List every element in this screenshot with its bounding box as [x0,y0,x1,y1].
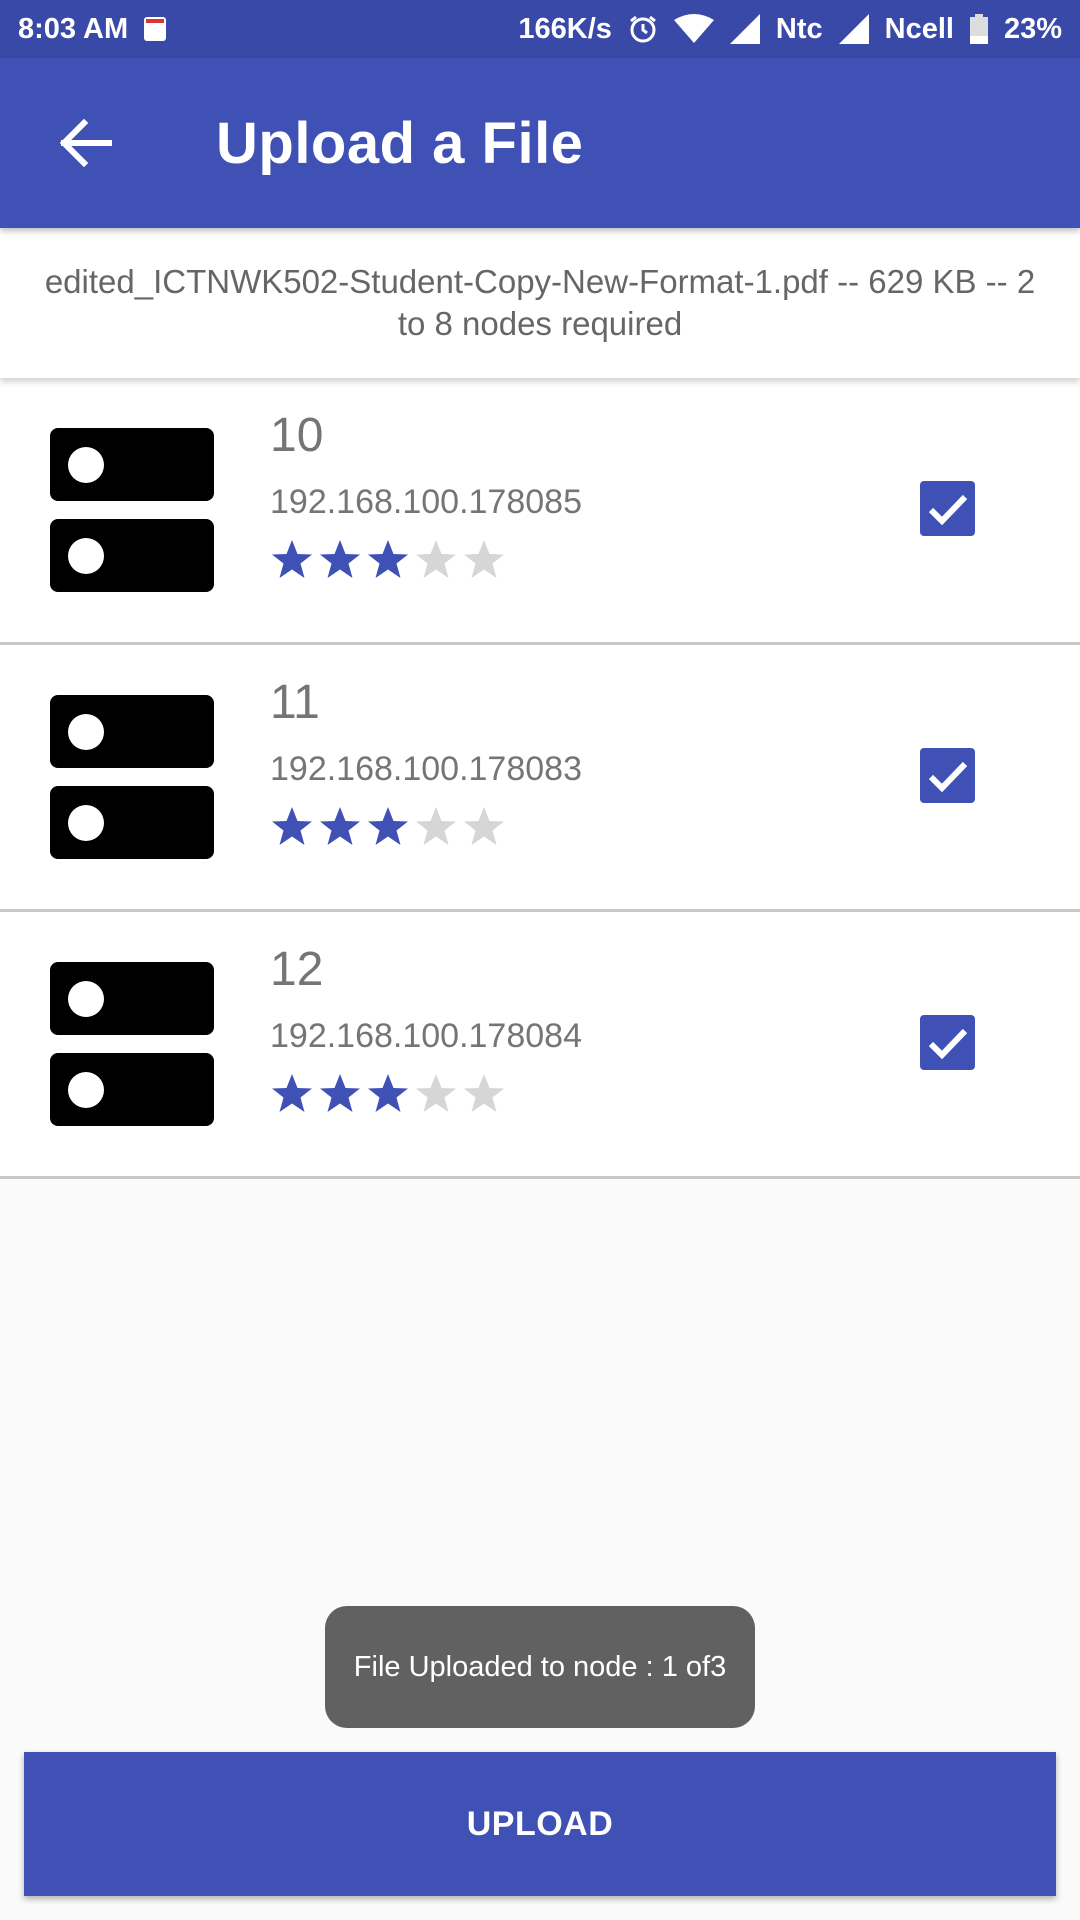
server-icon [50,962,214,1126]
node-rating [270,805,506,849]
check-icon [928,1028,967,1059]
check-icon [928,761,967,792]
server-icon [50,695,214,859]
node-ip: 192.168.100.178083 [270,750,582,788]
star-empty-icon [416,1074,456,1112]
alarm-icon [628,14,658,44]
node-ip: 192.168.100.178085 [270,483,582,521]
wifi-icon [673,14,714,44]
node-row[interactable]: 12 192.168.100.178084 [0,912,1080,1179]
arrow-back-icon [59,119,112,167]
upload-button[interactable]: UPLOAD [24,1752,1056,1896]
node-ip: 192.168.100.178084 [270,1017,582,1055]
star-empty-icon [416,540,456,578]
node-name: 11 [270,676,320,729]
node-row[interactable]: 10 192.168.100.178085 [0,378,1080,645]
status-bar: 8:03 AM 166K/s Ntc Ncell 23% [0,0,1080,58]
node-checkbox[interactable] [920,481,975,536]
star-filled-icon [272,807,312,845]
node-name: 10 [270,409,324,462]
node-checkbox[interactable] [920,748,975,803]
carrier-ncell: Ncell [884,12,954,45]
carrier-ntc: Ntc [775,12,823,45]
star-empty-icon [464,1074,504,1112]
check-icon [928,494,967,525]
signal-icon [838,14,869,44]
battery-icon [969,14,988,44]
star-empty-icon [416,807,456,845]
battery-percent: 23% [1003,12,1062,45]
network-speed: 166K/s [518,12,612,45]
star-filled-icon [320,807,360,845]
node-list: 10 192.168.100.178085 11 192.168.100.178… [0,378,1080,1179]
star-filled-icon [272,540,312,578]
server-icon [50,428,214,592]
signal-icon [729,14,760,44]
node-checkbox[interactable] [920,1015,975,1070]
page-title: Upload a File [216,110,584,176]
star-empty-icon [464,807,504,845]
star-filled-icon [320,1074,360,1112]
node-rating [270,1072,506,1116]
node-rating [270,538,506,582]
file-info: edited_ICTNWK502-Student-Copy-New-Format… [0,228,1080,378]
star-filled-icon [368,540,408,578]
star-filled-icon [368,807,408,845]
star-filled-icon [272,1074,312,1112]
star-empty-icon [464,540,504,578]
toast-message: File Uploaded to node : 1 of3 [325,1606,755,1728]
calendar-icon [144,17,167,41]
star-filled-icon [320,540,360,578]
star-filled-icon [368,1074,408,1112]
node-row[interactable]: 11 192.168.100.178083 [0,645,1080,912]
status-time: 8:03 AM [18,12,129,45]
app-bar: Upload a File [0,58,1080,228]
node-name: 12 [270,943,324,996]
back-button[interactable] [30,88,140,198]
